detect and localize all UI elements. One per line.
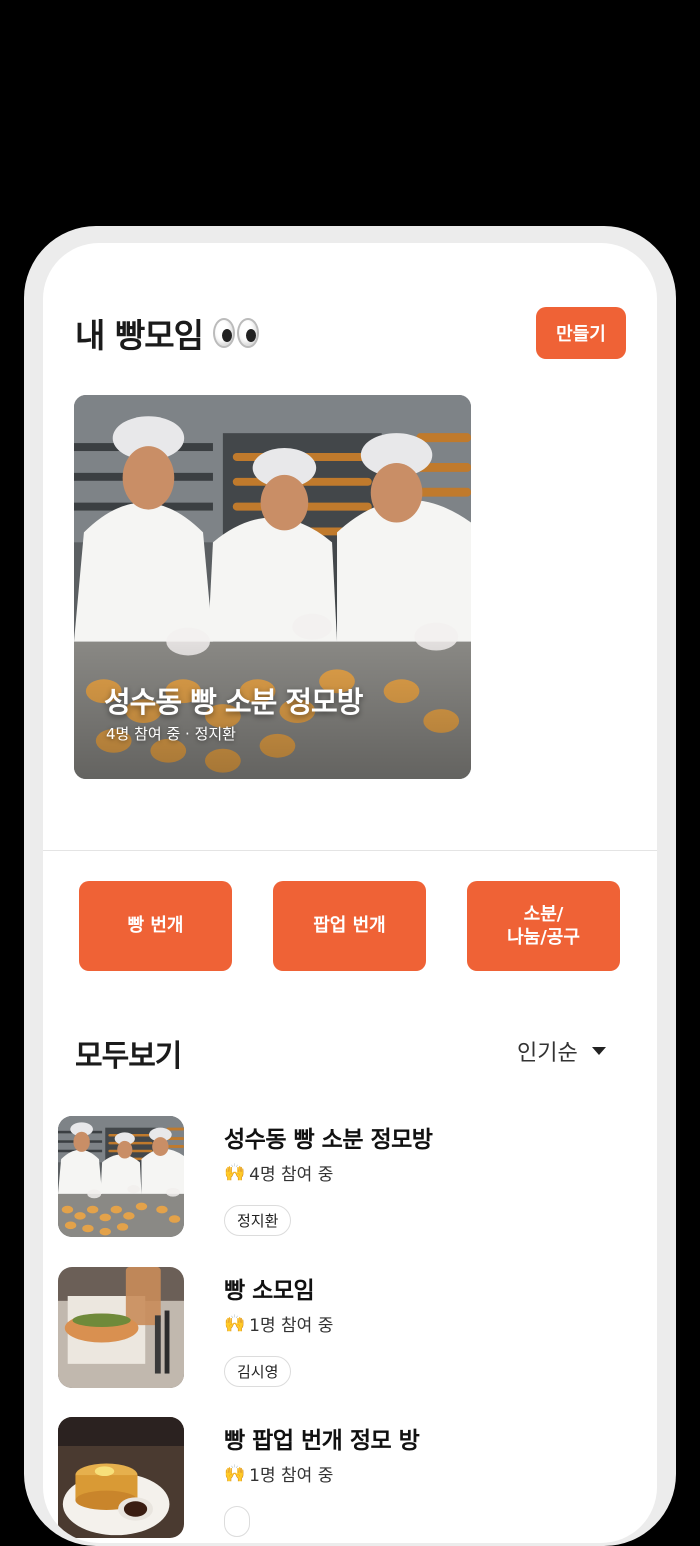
category-share-buy-button[interactable]: 소분/ 나눔/공구 <box>467 881 620 971</box>
category-bread-meetup-button[interactable]: 빵 번개 <box>79 881 232 971</box>
group-title: 빵 팝업 번개 정모 방 <box>224 1428 420 1454</box>
sort-dropdown[interactable]: 인기순 <box>517 1035 606 1067</box>
create-button[interactable]: 만들기 <box>536 307 626 359</box>
host-tag: 김시영 <box>224 1356 292 1387</box>
raised-hands-icon: 🙌 <box>224 1463 246 1484</box>
list-item[interactable]: 빵 팝업 번개 정모 방 🙌 1명 참여 중 <box>58 1417 638 1542</box>
group-title: 성수동 빵 소분 정모방 <box>224 1127 433 1153</box>
all-section-title: 모두보기 <box>75 1039 182 1074</box>
participant-count: 🙌 4명 참여 중 <box>224 1160 334 1186</box>
section-divider <box>43 850 657 851</box>
page-title-text: 내 빵모임 <box>75 316 204 355</box>
list-item[interactable]: 성수동 빵 소분 정모방 🙌 4명 참여 중 정지환 <box>58 1116 638 1241</box>
eyes-icon <box>212 318 259 348</box>
participant-count-text: 1명 참여 중 <box>249 1316 334 1336</box>
list-item[interactable]: 빵 소모임 🙌 1명 참여 중 김시영 <box>58 1267 638 1392</box>
sort-label: 인기순 <box>517 1041 578 1066</box>
phone-frame: 내 빵모임 만들기 성수동 빵 소분 정모방 4명 참여 중 · 정지환 빵 번… <box>24 226 676 1546</box>
participant-count-text: 1명 참여 중 <box>249 1466 334 1486</box>
host-tag <box>224 1506 250 1537</box>
caret-down-icon <box>591 1047 606 1055</box>
right-eye-icon <box>236 318 259 348</box>
page-title: 내 빵모임 <box>75 309 259 357</box>
participant-count: 🙌 1명 참여 중 <box>224 1311 334 1337</box>
group-thumbnail <box>58 1267 184 1388</box>
featured-group-card[interactable]: 성수동 빵 소분 정모방 4명 참여 중 · 정지환 <box>74 395 471 779</box>
raised-hands-icon: 🙌 <box>224 1162 246 1183</box>
featured-group-title: 성수동 빵 소분 정모방 <box>104 685 363 719</box>
participant-count: 🙌 1명 참여 중 <box>224 1461 334 1487</box>
category-popup-meetup-button[interactable]: 팝업 번개 <box>273 881 426 971</box>
group-thumbnail <box>58 1417 184 1538</box>
left-eye-icon <box>212 318 235 348</box>
host-tag: 정지환 <box>224 1205 292 1236</box>
featured-group-meta: 4명 참여 중 · 정지환 <box>106 725 236 743</box>
group-title: 빵 소모임 <box>224 1278 315 1304</box>
app-screen: 내 빵모임 만들기 성수동 빵 소분 정모방 4명 참여 중 · 정지환 빵 번… <box>43 243 657 1543</box>
raised-hands-icon: 🙌 <box>224 1313 246 1334</box>
participant-count-text: 4명 참여 중 <box>249 1165 334 1185</box>
group-thumbnail <box>58 1116 184 1237</box>
